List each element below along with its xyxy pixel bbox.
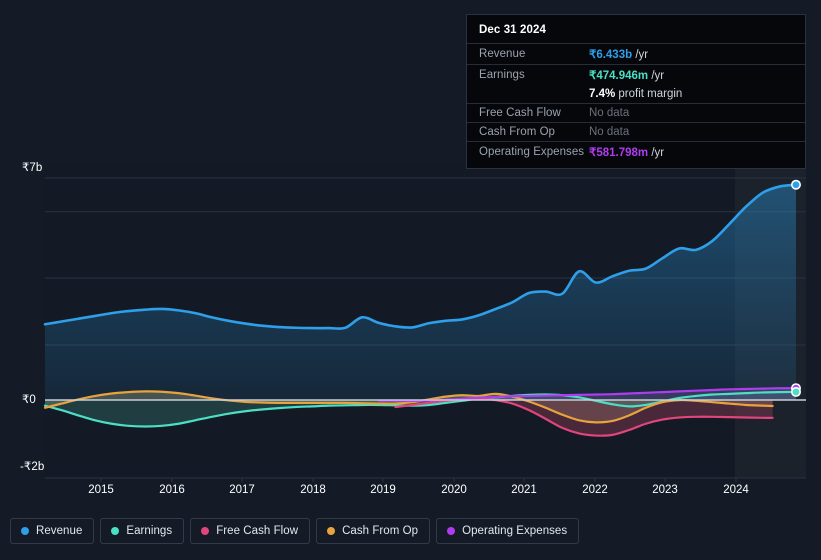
tooltip-row-value: ₹474.946m /yr <box>589 68 664 82</box>
x-axis-tick-label: 2020 <box>441 484 467 496</box>
tooltip-row-amount: ₹6.433b <box>589 49 633 61</box>
tooltip-row-value: No data <box>589 126 629 138</box>
x-axis-tick-label: 2021 <box>511 484 537 496</box>
x-axis-tick-label: 2018 <box>300 484 326 496</box>
legend-item-operating-expenses[interactable]: Operating Expenses <box>436 518 580 544</box>
legend-item-earnings[interactable]: Earnings <box>100 518 185 544</box>
tooltip-row-unit: /yr <box>648 70 665 82</box>
x-axis-tick-label: 2022 <box>582 484 608 496</box>
tooltip-row-value: 7.4% profit margin <box>589 88 682 100</box>
tooltip-row: Earnings ₹474.946m /yr <box>467 64 805 85</box>
tooltip-row: Cash From Op No data <box>467 122 805 141</box>
tooltip-no-data-text: No data <box>589 107 630 119</box>
tooltip-row-value: No data <box>589 107 629 119</box>
legend-color-dot-icon <box>21 527 29 535</box>
legend-item-label: Operating Expenses <box>462 525 568 537</box>
tooltip-row-unit: /yr <box>632 49 649 61</box>
tooltip-row-unit: /yr <box>648 147 665 159</box>
legend-color-dot-icon <box>111 527 120 535</box>
legend-item-label: Cash From Op <box>342 525 419 537</box>
x-axis-tick-label: 2023 <box>652 484 678 496</box>
legend-color-dot-icon <box>201 527 210 535</box>
legend-item-label: Earnings <box>126 525 173 537</box>
tooltip-row-label: Earnings <box>479 69 525 81</box>
x-axis-tick-label: 2016 <box>159 484 185 496</box>
tooltip-row: 7.4% profit margin <box>467 85 805 103</box>
legend-item-revenue[interactable]: Revenue <box>10 518 95 544</box>
y-axis-tick-label: ₹0 <box>22 394 36 406</box>
tooltip-row: Free Cash Flow No data <box>467 103 805 122</box>
legend-item-cash-from-op[interactable]: Cash From Op <box>316 518 431 544</box>
x-axis-tick-label: 2015 <box>88 484 114 496</box>
y-axis-tick-label: ₹7b <box>22 162 43 174</box>
chart-legend: Revenue Earnings Free Cash Flow Cash From O… <box>10 518 580 544</box>
tooltip-row-value: ₹581.798m /yr <box>589 145 664 159</box>
tooltip-no-data-text: No data <box>589 126 630 138</box>
legend-color-dot-icon <box>327 527 336 535</box>
tooltip-row-label: Cash From Op <box>479 126 556 138</box>
tooltip-row-amount: ₹474.946m <box>589 70 649 82</box>
tooltip-row-amount: ₹581.798m <box>589 147 649 159</box>
tooltip-row-amount: 7.4% <box>589 88 616 100</box>
tooltip-rows: Revenue ₹6.433b /yr Earnings ₹474.946m /yr 7… <box>467 43 805 162</box>
legend-color-dot-icon <box>447 527 456 535</box>
tooltip-row-label: Free Cash Flow <box>479 107 561 119</box>
legend-item-label: Revenue <box>36 525 83 537</box>
tooltip-row-value: ₹6.433b /yr <box>589 47 648 61</box>
legend-item-free-cash-flow[interactable]: Free Cash Flow <box>190 518 311 544</box>
tooltip-row-label: Operating Expenses <box>479 146 585 158</box>
data-tooltip: Dec 31 2024 Revenue ₹6.433b /yr Earnings ₹4… <box>466 14 806 169</box>
x-axis-tick-label: 2024 <box>723 484 749 496</box>
tooltip-row-unit: profit margin <box>615 88 683 100</box>
x-axis-tick-label: 2019 <box>370 484 396 496</box>
legend-item-label: Free Cash Flow <box>216 525 299 537</box>
y-axis-tick-label: -₹2b <box>20 461 45 473</box>
tooltip-row: Revenue ₹6.433b /yr <box>467 43 805 64</box>
tooltip-row-label: Revenue <box>479 48 526 60</box>
tooltip-row: Operating Expenses ₹581.798m /yr <box>467 141 805 162</box>
x-axis-tick-label: 2017 <box>229 484 255 496</box>
tooltip-date: Dec 31 2024 <box>479 24 546 36</box>
financial-chart-page: ₹7b ₹0 -₹2b 2015 2016 2017 2018 2019 2020 2021 20… <box>0 0 821 560</box>
